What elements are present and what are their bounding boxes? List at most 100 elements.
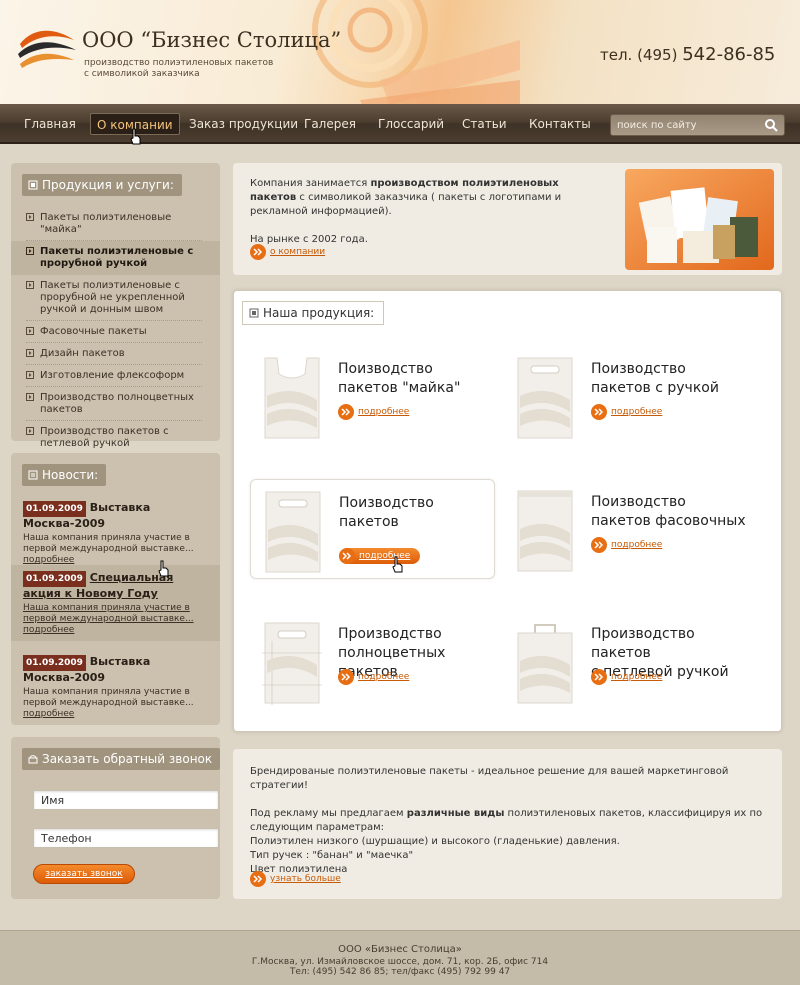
arrow-bullet-icon <box>26 349 34 357</box>
intro-text: Компания занимается производством полиэт… <box>250 178 562 245</box>
description-text: Брендированые полиэтиленовые пакеты - ид… <box>250 766 763 875</box>
panel-bullet-icon <box>249 308 259 318</box>
site-header: ООО “Бизнес Столица” производство полиэт… <box>0 0 800 104</box>
nav-articles[interactable]: Статьи <box>456 113 513 135</box>
handle-bag-icon <box>265 491 321 573</box>
search-input[interactable] <box>617 118 757 133</box>
product-title: Поизводство пакетов "майка" <box>338 361 461 396</box>
news-more-link[interactable]: подробнее <box>23 625 208 636</box>
sidebar-item-bottom-seam-bags[interactable]: Пакеты полиэтиленовые с прорубной не укр… <box>11 275 220 321</box>
double-arrow-icon <box>591 404 607 420</box>
news-date: 01.09.2009 <box>23 571 86 587</box>
loop-handle-bag-icon <box>517 624 573 704</box>
product-card-tshirt[interactable]: Поизводство пакетов "майка" подробнее <box>250 346 495 446</box>
double-arrow-icon <box>250 871 266 887</box>
panel-bullet-icon <box>28 180 38 190</box>
product-title: Поизводство пакетов фасовочных <box>591 494 746 529</box>
main-nav: Главная О компании Заказ продукции Галер… <box>0 104 800 145</box>
arrow-bullet-icon <box>26 213 34 221</box>
callback-phone-field[interactable] <box>33 828 219 848</box>
news-text[interactable]: Наша компания приняла участие в первой м… <box>23 603 208 625</box>
nav-contacts[interactable]: Контакты <box>523 113 597 135</box>
news-date: 01.09.2009 <box>23 501 86 517</box>
sidebar-item-cut-handle-bags[interactable]: Пакеты полиэтиленовые с прорубной ручкой <box>11 241 220 275</box>
hand-cursor-icon <box>130 128 141 145</box>
product-card-loop[interactable]: Производство пакетов с петлевой ручкой по… <box>503 611 748 711</box>
header-phone: тел. (495) 542-86-85 <box>600 44 776 65</box>
product-card-bags[interactable]: Поизводство пакетов подробнее <box>250 479 495 579</box>
products-section-title: Наша продукция: <box>242 301 385 325</box>
footer-company: ООО «Бизнес Столица» <box>338 944 462 955</box>
products-panel-title: Продукция и услуги: <box>22 174 182 196</box>
sidebar-item-fullcolor-bags[interactable]: Производство полноцветных пакетов <box>11 387 220 421</box>
arrow-bullet-icon <box>26 281 34 289</box>
description-box: Брендированые полиэтиленовые пакеты - ид… <box>233 749 782 899</box>
products-box: Наша продукция: Поизводство пакетов "майк… <box>233 290 782 732</box>
arrow-bullet-icon <box>26 371 34 379</box>
arrow-bullet-icon <box>26 427 34 435</box>
nav-home[interactable]: Главная <box>18 113 82 135</box>
double-arrow-icon <box>338 404 354 420</box>
product-card-handle[interactable]: Поизводство пакетов с ручкой подробнее <box>503 346 748 446</box>
double-arrow-icon <box>250 244 266 260</box>
product-title: Поизводство пакетов с ручкой <box>591 361 719 396</box>
double-arrow-icon <box>339 548 355 564</box>
news-panel: Новости: 01.09.2009 Выставка Москва-2009… <box>11 453 220 725</box>
header-decoration <box>312 0 520 104</box>
products-panel: Продукция и услуги: Пакеты полиэтиленовы… <box>11 163 220 449</box>
arrow-bullet-icon <box>26 393 34 401</box>
products-list: Пакеты полиэтиленовые "майка" Пакеты пол… <box>11 207 220 455</box>
product-more-link[interactable]: подробнее <box>338 404 409 420</box>
company-logo[interactable] <box>16 22 78 74</box>
product-more-link[interactable]: подробнее <box>591 669 662 685</box>
product-card-fullcolor[interactable]: Производство полноцветных пакетов подробн… <box>250 611 495 711</box>
order-call-button[interactable]: заказать звонок <box>33 864 135 884</box>
phone-icon <box>28 755 38 764</box>
arrow-bullet-icon <box>26 247 34 255</box>
hand-cursor-icon <box>392 556 403 573</box>
search-icon[interactable] <box>764 118 778 132</box>
product-more-button[interactable]: подробнее <box>339 548 421 564</box>
sidebar-item-tshirt-bags[interactable]: Пакеты полиэтиленовые "майка" <box>11 207 220 241</box>
arrow-bullet-icon <box>26 327 34 335</box>
product-card-packing[interactable]: Поизводство пакетов фасовочных подробнее <box>503 479 748 579</box>
news-item: 01.09.2009 Выставка Москва-2009 Наша ком… <box>11 495 220 572</box>
sidebar-item-flexoforms[interactable]: Изготовление флексоформ <box>11 365 220 387</box>
product-more-link[interactable]: подробнее <box>591 404 662 420</box>
packing-bag-icon <box>517 490 573 572</box>
newspaper-icon <box>28 470 38 480</box>
intro-box: Компания занимается производством полиэт… <box>233 163 782 275</box>
tshirt-bag-icon <box>264 357 320 439</box>
news-date: 01.09.2009 <box>23 655 86 671</box>
bags-photo <box>625 169 774 270</box>
callback-name-field[interactable] <box>33 790 219 810</box>
site-footer: ООО «Бизнес Столица» Г.Москва, ул. Измай… <box>0 930 800 985</box>
double-arrow-icon <box>591 669 607 685</box>
sidebar-item-packing-bags[interactable]: Фасовочные пакеты <box>11 321 220 343</box>
news-panel-title: Новости: <box>22 464 107 486</box>
sidebar-item-bag-design[interactable]: Дизайн пакетов <box>11 343 220 365</box>
callback-panel: Заказать обратный звонок заказать звонок <box>11 737 221 899</box>
news-item: 01.09.2009 Специальная акция к Новому Го… <box>11 565 220 641</box>
fullcolor-bag-icon <box>262 622 322 705</box>
company-name: ООО “Бизнес Столица” <box>82 28 342 52</box>
learn-more-link[interactable]: узнать больше <box>250 871 341 887</box>
footer-phones: Тел: (495) 542 86 85; тел/факс (495) 792… <box>289 967 511 977</box>
product-more-link[interactable]: подробнее <box>591 537 662 553</box>
site-search <box>610 114 785 136</box>
product-title: Поизводство пакетов <box>339 495 434 530</box>
nav-gallery[interactable]: Галерея <box>298 113 362 135</box>
company-tagline: производство полиэтиленовых пакетов с си… <box>84 58 274 79</box>
about-company-link[interactable]: о компании <box>250 244 325 260</box>
sidebar-item-loop-handle-bags[interactable]: Производство пакетов с петлевой ручкой <box>11 421 220 455</box>
footer-address: Г.Москва, ул. Измайловское шоссе, дом. 7… <box>251 957 549 967</box>
callback-panel-title: Заказать обратный звонок <box>22 748 221 770</box>
product-more-link[interactable]: подробнее <box>338 669 409 685</box>
news-text: Наша компания приняла участие в первой м… <box>23 687 194 708</box>
news-more-link[interactable]: подробнее <box>23 709 208 720</box>
news-item: 01.09.2009 Выставка Москва-2009 Наша ком… <box>11 649 220 726</box>
nav-glossary[interactable]: Глоссарий <box>372 113 450 135</box>
double-arrow-icon <box>591 537 607 553</box>
nav-order[interactable]: Заказ продукции <box>183 113 304 135</box>
handle-bag-icon <box>517 357 573 439</box>
